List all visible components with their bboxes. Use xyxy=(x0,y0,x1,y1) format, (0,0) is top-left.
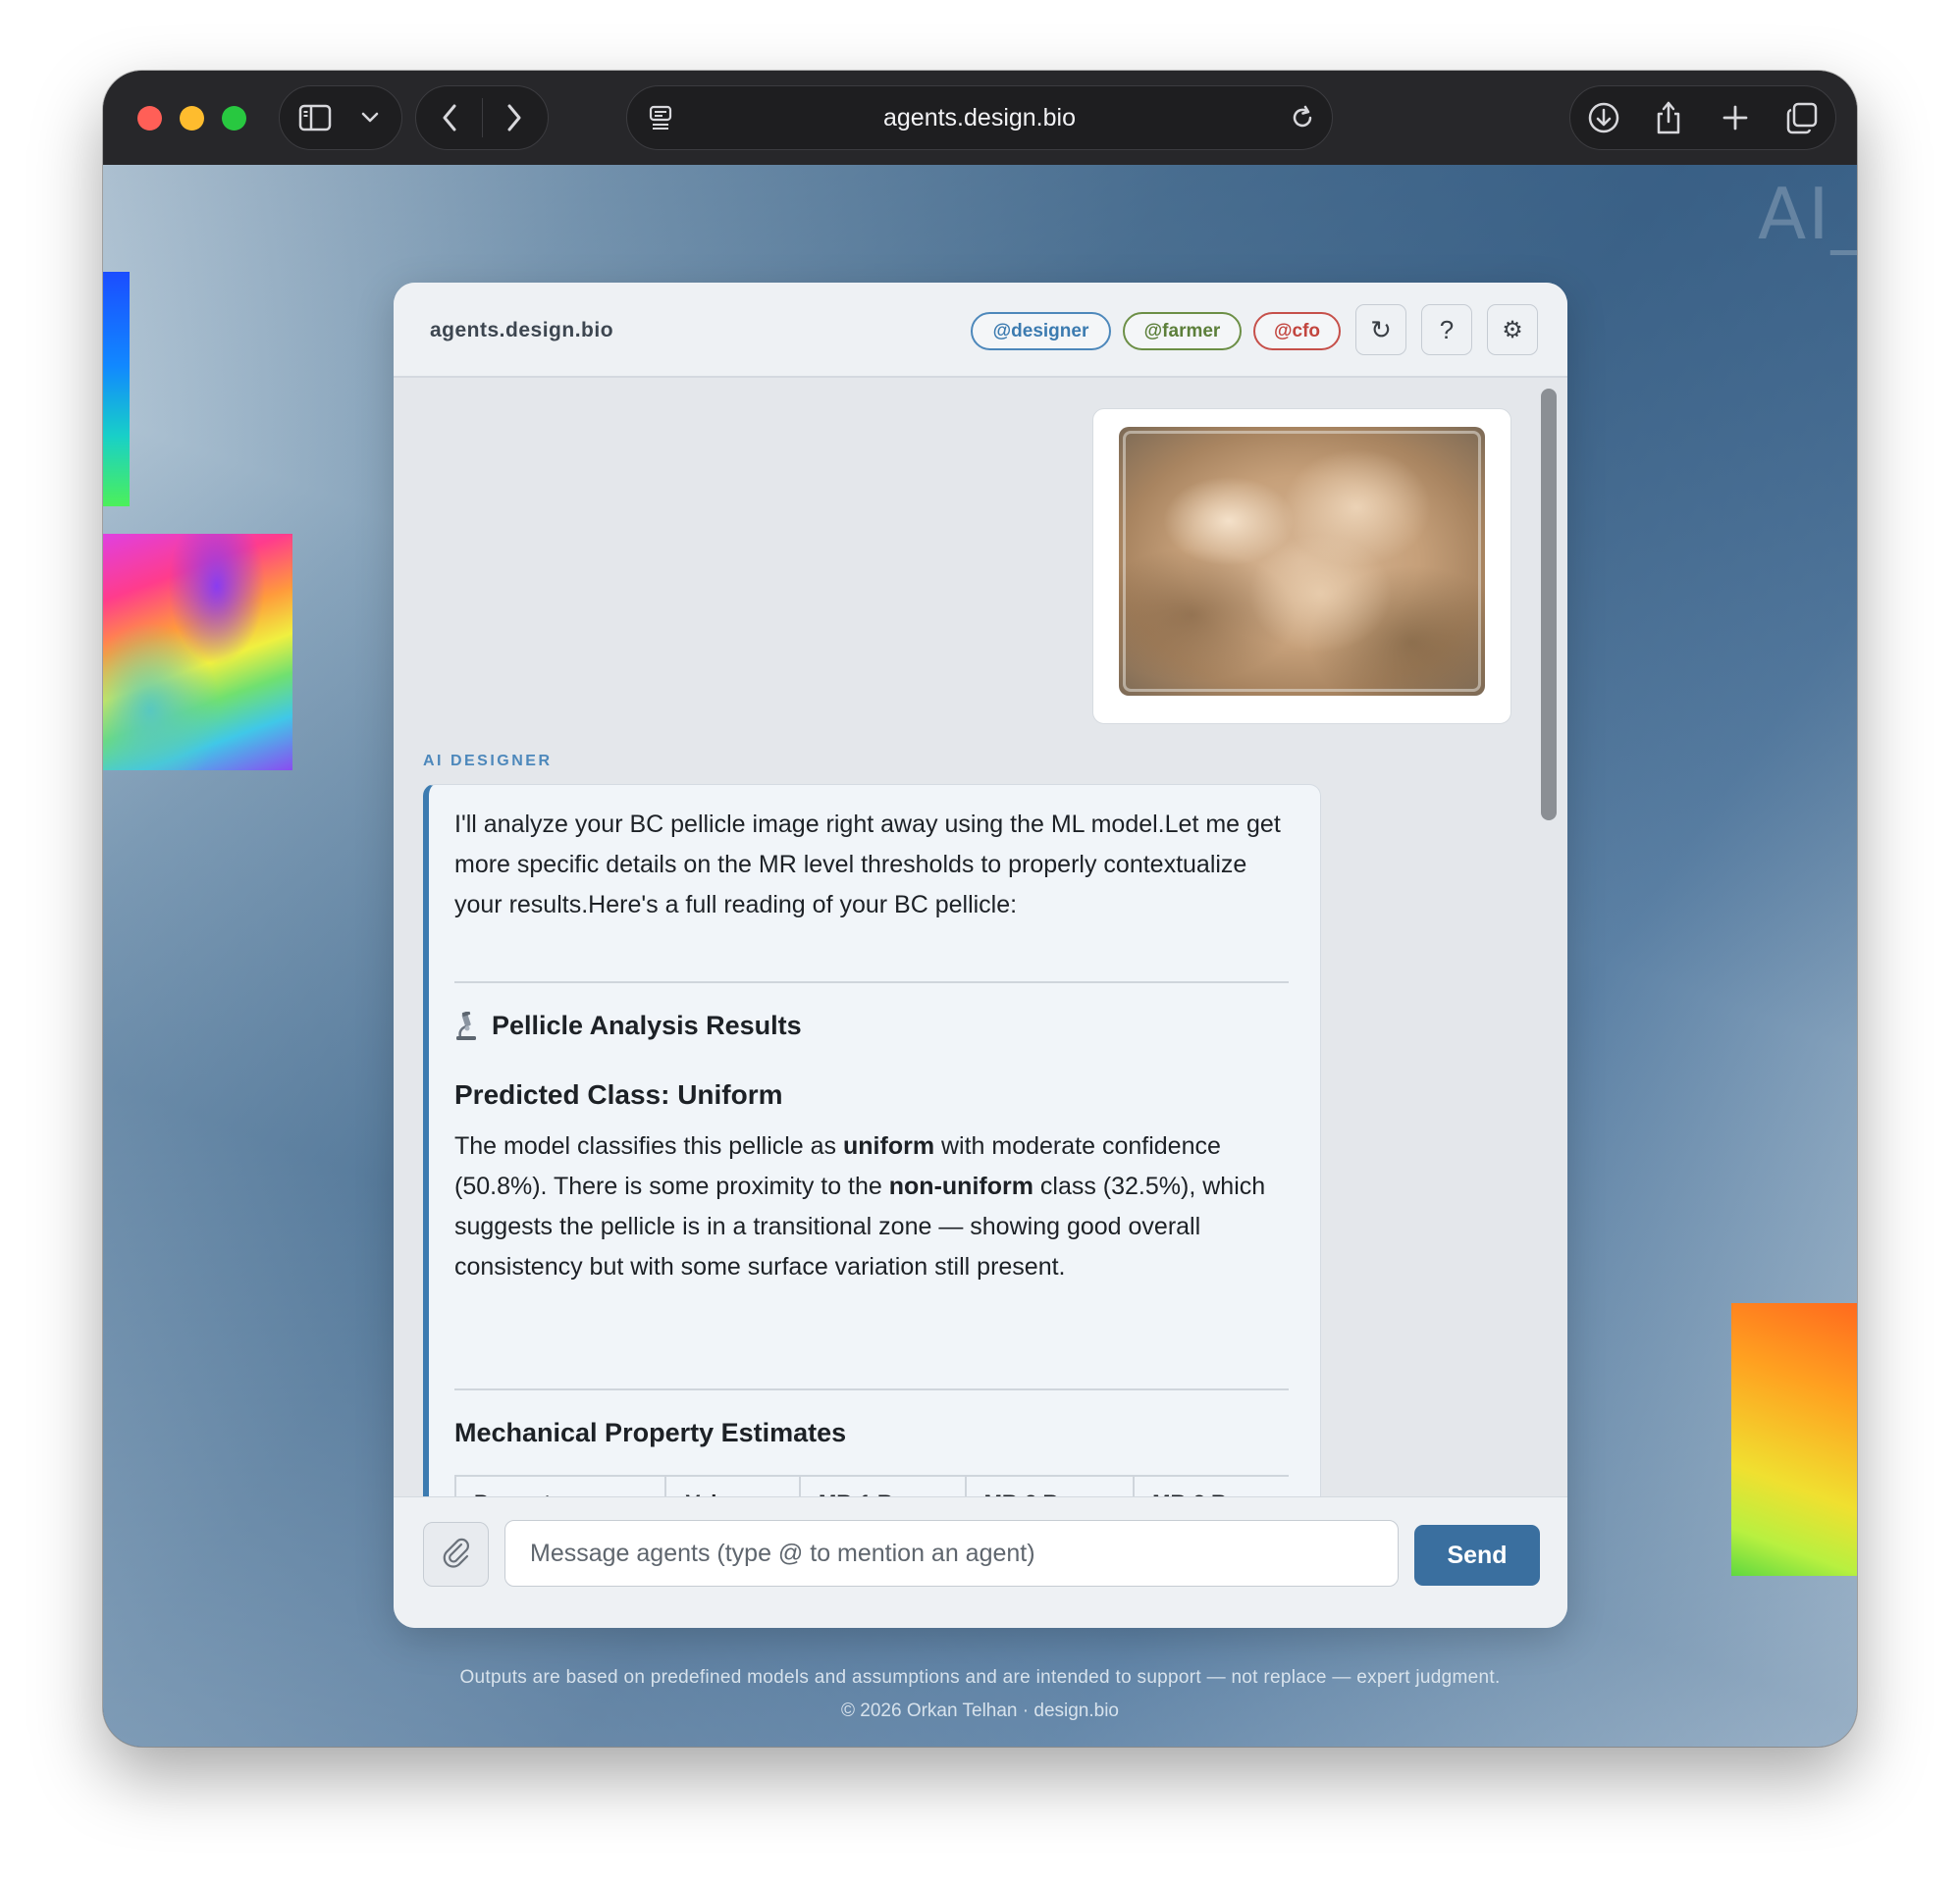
divider xyxy=(454,981,1289,983)
mechanical-table: Property Value MR-1 Range MR-2 Range MR-… xyxy=(454,1475,1289,1496)
footer-disclaimer: Outputs are based on predefined models a… xyxy=(459,1667,1501,1688)
agent-label: AI DESIGNER xyxy=(423,753,553,769)
predicted-class-heading: Predicted Class: Uniform xyxy=(454,1079,783,1111)
results-heading: Pellicle Analysis Results xyxy=(454,1011,802,1041)
zoom-window-button[interactable] xyxy=(222,106,246,131)
gear-icon: ⚙ xyxy=(1502,316,1523,343)
toolbar-actions xyxy=(1569,85,1836,150)
attach-button[interactable] xyxy=(423,1522,489,1587)
para-text-1: The model classifies this pellicle as xyxy=(454,1132,843,1160)
mechanical-heading: Mechanical Property Estimates xyxy=(454,1418,847,1447)
plus-icon[interactable] xyxy=(1716,86,1755,149)
help-icon: ? xyxy=(1439,314,1455,344)
settings-button[interactable]: ⚙ xyxy=(1487,304,1538,355)
navigation-group xyxy=(415,85,549,150)
intro-text: I'll analyze your BC pellicle image righ… xyxy=(454,811,1281,918)
message-input[interactable] xyxy=(504,1520,1399,1587)
tabs-icon[interactable] xyxy=(1782,86,1822,149)
para-bold-uniform: uniform xyxy=(843,1132,935,1160)
panel-header: agents.design.bio @designer @farmer @cfo… xyxy=(394,283,1567,378)
download-icon[interactable] xyxy=(1584,86,1623,149)
chevron-down-icon[interactable] xyxy=(354,86,386,149)
back-icon[interactable] xyxy=(430,86,469,149)
mention-farmer-button[interactable]: @farmer xyxy=(1123,312,1242,350)
divider xyxy=(454,1388,1289,1390)
share-icon[interactable] xyxy=(1649,86,1688,149)
table-header-property: Property xyxy=(456,1477,666,1496)
table-header-mr2: MR-2 Range xyxy=(967,1477,1136,1496)
table-header-mr3: MR-3 Range xyxy=(1135,1477,1289,1496)
chat-messages[interactable]: AI DESIGNER I'll analyze your BC pellicl… xyxy=(394,380,1567,1496)
footer-copyright: © 2026 Orkan Telhan · design.bio xyxy=(841,1701,1119,1721)
agent-message: I'll analyze your BC pellicle image righ… xyxy=(423,784,1321,1496)
url-text: agents.design.bio xyxy=(883,104,1076,131)
para-bold-non-uniform: non-uniform xyxy=(888,1173,1033,1200)
reset-button[interactable]: ↻ xyxy=(1355,304,1406,355)
microscope-icon xyxy=(454,1011,478,1041)
address-bar[interactable]: agents.design.bio xyxy=(626,85,1333,150)
browser-window: agents.design.bio AI_ xyxy=(103,71,1857,1747)
composer: Send xyxy=(394,1496,1567,1628)
mention-designer-button[interactable]: @designer xyxy=(971,312,1111,350)
close-window-button[interactable] xyxy=(137,106,162,131)
decorative-rainbow-square xyxy=(103,534,292,770)
sidebar-toggle-group xyxy=(279,85,402,150)
sidebar-icon[interactable] xyxy=(295,86,335,149)
classification-paragraph: The model classifies this pellicle as un… xyxy=(454,1126,1289,1287)
nav-divider xyxy=(482,98,483,137)
user-image-message xyxy=(1092,408,1511,724)
app-title: agents.design.bio xyxy=(430,319,614,341)
predicted-class-value: Uniform xyxy=(677,1079,783,1110)
reload-icon[interactable] xyxy=(1283,86,1322,149)
refresh-icon: ↻ xyxy=(1370,314,1392,344)
decorative-gradient-strip xyxy=(103,272,130,506)
forward-icon[interactable] xyxy=(495,86,534,149)
web-content: AI_ agents.design.bio @designer @farmer … xyxy=(103,165,1857,1747)
mention-cfo-button[interactable]: @cfo xyxy=(1253,312,1341,350)
decorative-orange-strip xyxy=(1731,1303,1857,1576)
chat-panel: agents.design.bio @designer @farmer @cfo… xyxy=(394,283,1567,1628)
send-button[interactable]: Send xyxy=(1414,1525,1540,1586)
paperclip-icon xyxy=(440,1536,473,1574)
help-button[interactable]: ? xyxy=(1421,304,1472,355)
ai-watermark: AI_ xyxy=(1758,173,1857,255)
browser-titlebar: agents.design.bio xyxy=(103,71,1857,165)
predicted-class-label: Predicted Class: xyxy=(454,1079,678,1110)
minimize-window-button[interactable] xyxy=(180,106,204,131)
results-heading-text: Pellicle Analysis Results xyxy=(492,1011,802,1040)
table-header-value: Value xyxy=(666,1477,801,1496)
chat-scrollbar-thumb[interactable] xyxy=(1541,389,1557,820)
message-body: I'll analyze your BC pellicle image righ… xyxy=(454,805,1289,925)
pellicle-photo[interactable] xyxy=(1119,427,1485,696)
table-header-mr1: MR-1 Range xyxy=(801,1477,967,1496)
